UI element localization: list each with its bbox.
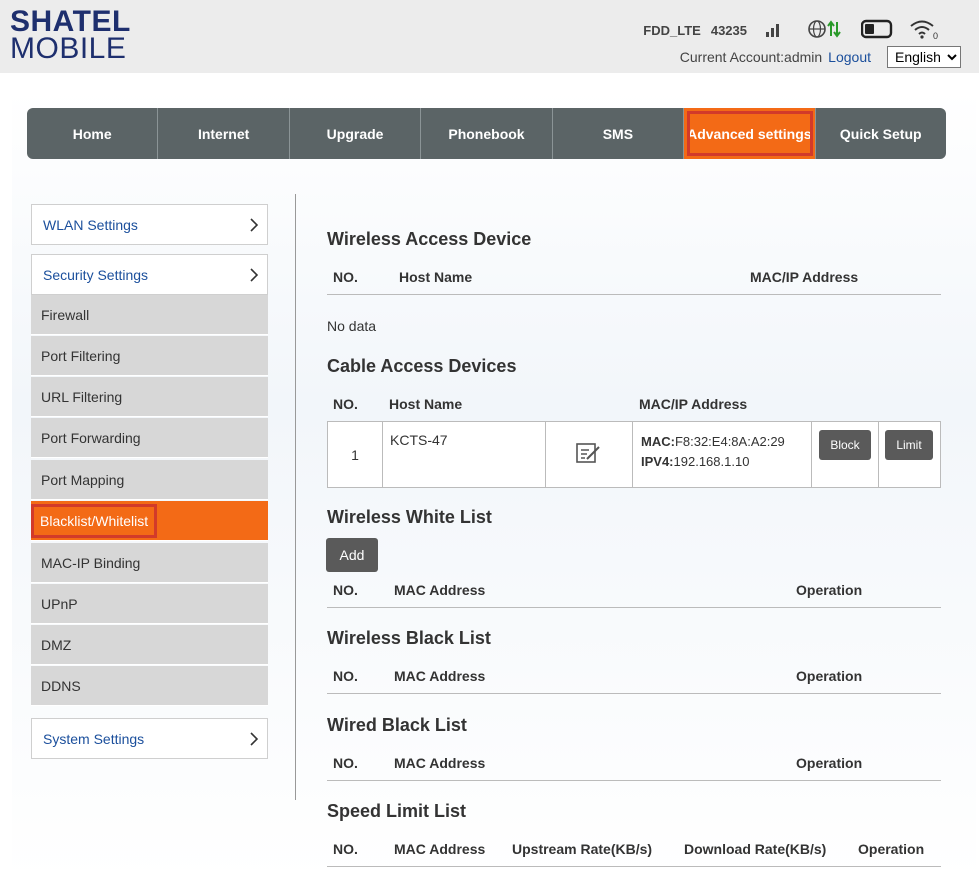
- wireless-access-title: Wireless Access Device: [327, 229, 532, 249]
- chevron-right-icon: [249, 267, 259, 286]
- cell-no: 1: [328, 422, 383, 487]
- col-mac-ip: MAC/IP Address: [750, 269, 859, 285]
- header-bar: SHATEL MOBILE FDD_LTE 43235 0 Current Ac…: [0, 0, 979, 73]
- col-operation: Operation: [796, 582, 863, 598]
- chevron-right-icon: [249, 731, 259, 750]
- mac-label: MAC:: [641, 434, 675, 449]
- col-upstream-rate: Upstream Rate(KB/s): [512, 841, 653, 857]
- table-row: 1 KCTS-47 MAC:F8:32:E4:8A:A2:29 IPV4:192…: [327, 421, 941, 488]
- col-operation: Operation: [796, 668, 863, 684]
- nav-sms[interactable]: SMS: [553, 108, 685, 159]
- col-operation: Operation: [858, 841, 925, 857]
- nav-quick-setup[interactable]: Quick Setup: [816, 108, 946, 159]
- cell-block: Block: [812, 422, 879, 487]
- divider: [327, 780, 941, 781]
- col-operation: Operation: [796, 755, 863, 771]
- globe-data-icon: [807, 19, 841, 42]
- wired-black-list-title: Wired Black List: [327, 715, 467, 735]
- col-no: NO.: [333, 841, 358, 857]
- sidebar-system-settings[interactable]: System Settings: [31, 718, 268, 759]
- network-type: FDD_LTE: [643, 23, 701, 38]
- black-list-title: Wireless Black List: [327, 628, 491, 648]
- limit-button[interactable]: Limit: [885, 430, 933, 460]
- col-mac-address: MAC Address: [394, 668, 486, 684]
- current-account-text: Current Account:admin: [679, 49, 823, 65]
- sidebar-item-upnp[interactable]: UPnP: [31, 584, 268, 624]
- logout-link[interactable]: Logout: [828, 49, 871, 65]
- sidebar-item-url-filtering[interactable]: URL Filtering: [31, 377, 268, 417]
- white-list-title: Wireless White List: [327, 507, 492, 527]
- col-no: NO.: [333, 668, 358, 684]
- ipv4-value: 192.168.1.10: [673, 454, 750, 469]
- sidebar-item-label: Blacklist/Whitelist: [31, 503, 158, 538]
- sidebar-item-port-forwarding[interactable]: Port Forwarding: [31, 418, 268, 458]
- col-mac-ip: MAC/IP Address: [639, 396, 748, 412]
- col-no: NO.: [333, 582, 358, 598]
- nav-upgrade[interactable]: Upgrade: [290, 108, 422, 159]
- sidebar-item-label: Security Settings: [43, 266, 149, 283]
- cable-access-title: Cable Access Devices: [327, 356, 517, 376]
- battery-icon: [860, 19, 895, 42]
- add-button[interactable]: Add: [326, 538, 378, 572]
- sidebar-item-port-mapping[interactable]: Port Mapping: [31, 460, 268, 500]
- mac-value: F8:32:E4:8A:A2:29: [674, 434, 785, 449]
- language-select[interactable]: English: [887, 46, 961, 68]
- cell-mac-ip: MAC:F8:32:E4:8A:A2:29 IPV4:192.168.1.10: [633, 422, 812, 487]
- cell-host-name: KCTS-47: [383, 422, 546, 487]
- col-no: NO.: [333, 755, 358, 771]
- mac-line: MAC:F8:32:E4:8A:A2:29: [641, 432, 811, 452]
- status-indicators: FDD_LTE 43235 0: [643, 18, 939, 43]
- sidebar-item-firewall[interactable]: Firewall: [31, 295, 268, 335]
- network-code: 43235: [710, 23, 747, 38]
- logo-line2: MOBILE: [10, 32, 127, 65]
- sidebar-wlan-settings[interactable]: WLAN Settings: [31, 204, 268, 245]
- logo-line1: SHATEL: [10, 5, 131, 38]
- speed-limit-title: Speed Limit List: [327, 801, 467, 821]
- sidebar-item-blacklist-whitelist[interactable]: Blacklist/Whitelist: [31, 501, 268, 541]
- divider: [327, 693, 941, 694]
- col-no: NO.: [333, 269, 358, 285]
- sidebar-item-mac-ip-binding[interactable]: MAC-IP Binding: [31, 543, 268, 583]
- nav-home[interactable]: Home: [27, 108, 159, 159]
- col-mac-address: MAC Address: [394, 582, 486, 598]
- main-nav: Home Internet Upgrade Phonebook SMS Adva…: [27, 108, 946, 159]
- account-row: Current Account:admin Logout English: [680, 46, 961, 68]
- signal-bars-icon: [765, 21, 783, 40]
- sidebar-item-label: System Settings: [43, 730, 145, 747]
- edit-host-button[interactable]: [546, 422, 633, 487]
- cell-limit: Limit: [879, 422, 940, 487]
- wifi-icon: 0: [909, 18, 939, 43]
- ipv4-line: IPV4:192.168.1.10: [641, 452, 811, 472]
- col-no: NO.: [333, 396, 358, 412]
- col-mac-address: MAC Address: [394, 841, 486, 857]
- sidebar-security-settings[interactable]: Security Settings: [31, 254, 268, 295]
- nav-phonebook[interactable]: Phonebook: [421, 108, 553, 159]
- col-host-name: Host Name: [399, 269, 473, 285]
- divider: [327, 866, 941, 867]
- sidebar-item-port-filtering[interactable]: Port Filtering: [31, 336, 268, 376]
- nav-internet[interactable]: Internet: [158, 108, 290, 159]
- col-host-name: Host Name: [389, 396, 463, 412]
- sidebar-item-dmz[interactable]: DMZ: [31, 625, 268, 665]
- col-mac-address: MAC Address: [394, 755, 486, 771]
- vertical-divider: [295, 194, 296, 800]
- nav-advanced-settings[interactable]: Advanced settings: [684, 108, 816, 159]
- chevron-right-icon: [249, 217, 259, 236]
- svg-text:0: 0: [933, 31, 938, 40]
- ipv4-label: IPV4:: [641, 454, 674, 469]
- sidebar-item-ddns[interactable]: DDNS: [31, 666, 268, 706]
- divider: [327, 607, 941, 608]
- sidebar-item-label: WLAN Settings: [43, 216, 138, 233]
- col-download-rate: Download Rate(KB/s): [684, 841, 827, 857]
- no-data-text: No data: [327, 318, 377, 334]
- block-button[interactable]: Block: [819, 430, 871, 460]
- edit-icon: [575, 441, 603, 468]
- divider: [327, 294, 941, 295]
- shatel-logo: SHATEL MOBILE: [10, 5, 131, 65]
